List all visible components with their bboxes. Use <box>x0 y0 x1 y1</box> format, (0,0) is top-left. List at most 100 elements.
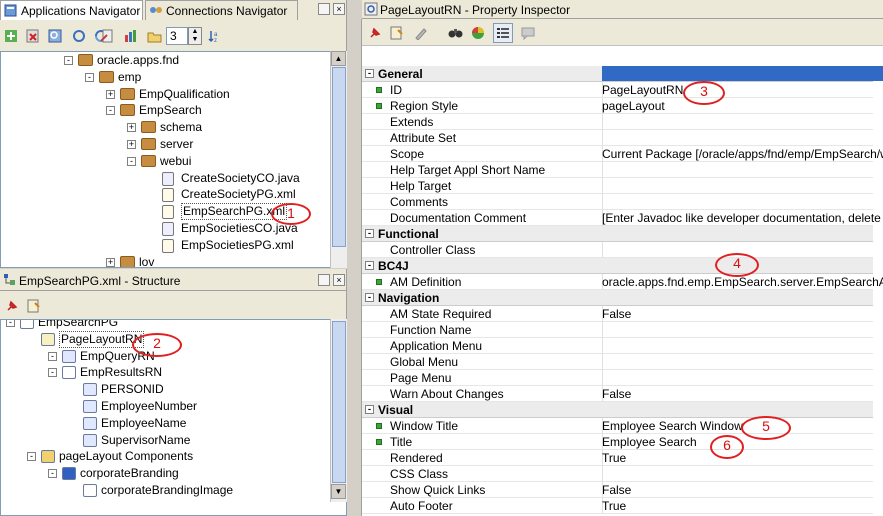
depth-spinner-input[interactable] <box>166 27 188 45</box>
structure-scroll-down-button[interactable]: ▼ <box>331 484 346 499</box>
expand-toggle[interactable]: + <box>106 257 115 267</box>
sort-icon[interactable]: az <box>205 27 223 45</box>
collapse-toggle[interactable]: - <box>127 156 136 166</box>
collapse-toggle[interactable]: - <box>106 106 115 116</box>
structure-minimize-icon[interactable] <box>318 274 330 286</box>
structure-node[interactable]: - EmpResultsRN <box>1 364 331 381</box>
property-row[interactable]: Show Quick Links False <box>362 482 873 498</box>
structure-node[interactable]: - pageLayout Components <box>1 448 331 465</box>
find-icon[interactable] <box>46 27 64 45</box>
inspector-pin-icon[interactable] <box>366 24 384 42</box>
structure-node[interactable]: PERSONID <box>1 381 331 398</box>
collapse-toggle[interactable]: - <box>48 469 57 479</box>
tree-package-node[interactable]: - emp <box>1 69 331 86</box>
property-row[interactable]: CSS Class <box>362 466 873 482</box>
scroll-thumb[interactable] <box>332 67 346 247</box>
property-category[interactable]: - Visual <box>362 402 873 418</box>
expand-toggle[interactable]: + <box>127 123 136 133</box>
property-value[interactable]: Employee Search Window <box>602 419 743 433</box>
property-value[interactable]: PageLayoutRN <box>602 83 683 97</box>
tree-file-node[interactable]: CreateSocietyPG.xml <box>1 186 331 203</box>
property-row[interactable]: Auto Footer True <box>362 498 873 514</box>
tree-file-node[interactable]: CreateSocietyCO.java <box>1 170 331 187</box>
property-row[interactable]: Title Employee Search <box>362 434 873 450</box>
binoculars-icon[interactable] <box>446 24 464 42</box>
tree-package-node[interactable]: - EmpSearch <box>1 102 331 119</box>
collapse-toggle[interactable]: - <box>85 72 94 82</box>
property-value[interactable]: [Enter Javadoc like developer documentat… <box>602 211 883 225</box>
property-value[interactable]: False <box>602 387 631 401</box>
tree-package-node[interactable]: + EmpQualification <box>1 86 331 103</box>
structure-node[interactable]: EmployeeNumber <box>1 398 331 415</box>
property-category[interactable]: - Navigation <box>362 290 873 306</box>
scroll-up-button[interactable]: ▲ <box>331 51 346 66</box>
navigator-tree[interactable]: - oracle.apps.fnd - emp + EmpQualification - Em… <box>0 51 347 268</box>
property-value[interactable]: Current Package [/oracle/apps/fnd/emp/Em… <box>602 147 883 161</box>
structure-edit-icon[interactable] <box>25 297 43 315</box>
new-icon[interactable] <box>2 27 20 45</box>
delete-icon[interactable] <box>24 27 42 45</box>
property-row[interactable]: Page Menu <box>362 370 873 386</box>
property-grid[interactable]: - General ID PageLayoutRN Region Style pageLa… <box>362 66 883 516</box>
property-row[interactable]: Controller Class <box>362 242 873 258</box>
property-row[interactable]: Warn About Changes False <box>362 386 873 402</box>
property-row[interactable]: Extends <box>362 114 873 130</box>
property-value[interactable]: False <box>602 483 631 497</box>
selected-value-cell[interactable] <box>602 66 883 81</box>
collapse-toggle[interactable]: - <box>365 293 374 302</box>
collapse-toggle[interactable]: - <box>365 69 374 78</box>
property-category[interactable]: - BC4J <box>362 258 873 274</box>
tree-package-node[interactable]: + server <box>1 136 331 153</box>
tree-package-node[interactable]: - oracle.apps.fnd <box>1 52 331 69</box>
folder-icon[interactable] <box>145 27 163 45</box>
structure-node[interactable]: EmployeeName <box>1 415 331 432</box>
property-row[interactable]: Scope Current Package [/oracle/apps/fnd/e… <box>362 146 883 162</box>
navigator-minimize-icon[interactable] <box>318 3 330 15</box>
collapse-toggle[interactable]: - <box>365 405 374 414</box>
properties-icon[interactable] <box>98 27 116 45</box>
structure-node[interactable]: - corporateBranding <box>1 465 331 482</box>
property-row[interactable]: Rendered True <box>362 450 873 466</box>
inspector-pencil-icon[interactable] <box>412 24 430 42</box>
structure-node[interactable]: corporateBrandingImage <box>1 482 331 499</box>
navigator-close-icon[interactable]: × <box>333 3 345 15</box>
property-category[interactable]: - Functional <box>362 226 873 242</box>
depth-spinner-buttons[interactable]: ▲ ▼ <box>188 27 202 45</box>
property-row[interactable]: ID PageLayoutRN <box>362 82 873 98</box>
expand-toggle[interactable]: + <box>106 89 115 99</box>
tree-package-node[interactable]: + schema <box>1 119 331 136</box>
property-row[interactable]: Region Style pageLayout <box>362 98 873 114</box>
property-row[interactable]: Help Target <box>362 178 873 194</box>
structure-close-icon[interactable]: × <box>333 274 345 286</box>
structure-scroll-thumb[interactable] <box>332 321 346 483</box>
property-value[interactable]: Employee Search <box>602 435 697 449</box>
structure-node[interactable]: SupervisorName <box>1 432 331 449</box>
collapse-toggle[interactable]: - <box>27 452 36 462</box>
property-row[interactable]: Help Target Appl Short Name <box>362 162 873 178</box>
property-row[interactable]: Documentation Comment [Enter Javadoc like… <box>362 210 883 226</box>
chart-icon[interactable] <box>122 27 140 45</box>
collapse-toggle[interactable]: - <box>48 368 57 378</box>
property-value[interactable]: False <box>602 307 631 321</box>
property-row[interactable]: Application Menu <box>362 338 873 354</box>
tab-connections-navigator[interactable]: Connections Navigator <box>145 0 298 20</box>
property-value[interactable]: True <box>602 451 626 465</box>
property-row[interactable]: Window Title Employee Search Window <box>362 418 873 434</box>
property-value[interactable]: pageLayout <box>602 99 665 113</box>
collapse-toggle[interactable]: - <box>6 320 15 327</box>
categorized-view-icon[interactable] <box>493 23 513 43</box>
collapse-toggle[interactable]: - <box>365 229 374 238</box>
expand-toggle[interactable]: + <box>127 140 136 149</box>
pin-icon[interactable] <box>3 297 21 315</box>
color-wheel-icon[interactable] <box>469 24 487 42</box>
property-row[interactable]: Attribute Set <box>362 130 873 146</box>
property-row[interactable]: AM State Required False <box>362 306 873 322</box>
collapse-toggle[interactable]: - <box>64 56 73 65</box>
vertical-splitter[interactable] <box>348 0 360 516</box>
property-row[interactable]: Comments <box>362 194 873 210</box>
navigator-scrollbar[interactable]: ▲ <box>330 51 347 268</box>
property-row[interactable]: AM Definition oracle.apps.fnd.emp.EmpSear… <box>362 274 883 290</box>
structure-node[interactable]: - EmpSearchPG <box>1 320 331 331</box>
collapse-toggle[interactable]: - <box>48 351 57 361</box>
tree-package-node[interactable]: + lov <box>1 254 331 267</box>
